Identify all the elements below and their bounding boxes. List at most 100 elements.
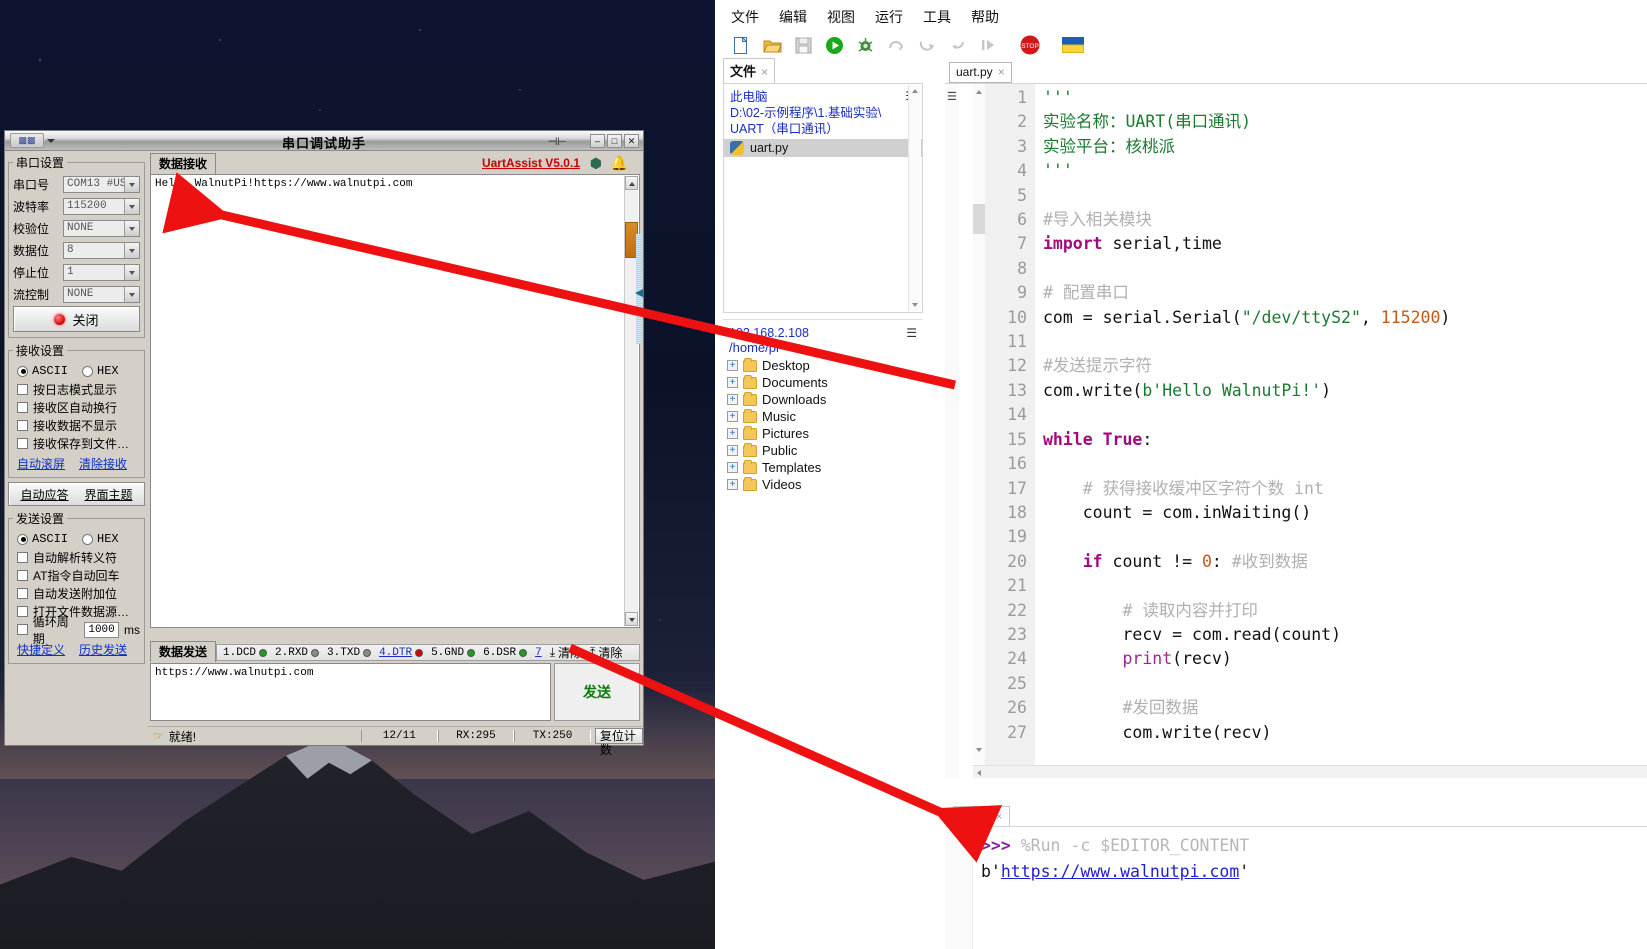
close-port-button[interactable]: 关闭 (13, 306, 140, 332)
remote-folder-item[interactable]: + Documents (723, 374, 923, 391)
remote-folder-item[interactable]: + Templates (723, 459, 923, 476)
serial-window-titlebar[interactable]: ▩▩ 串口调试助手 ⊣⊢ – □ ✕ (5, 131, 643, 151)
send-button[interactable]: 发送 (554, 663, 640, 721)
code-text[interactable]: ''' 实验名称：UART(串口通讯) 实验平台：核桃派 ''' #导入相关模块 imp… (1043, 84, 1647, 778)
menu-help[interactable]: 帮助 (971, 7, 999, 27)
send-ascii-radio[interactable]: ASCII (17, 532, 68, 546)
shell-text[interactable]: >>> %Run -c $EDITOR_CONTENT b'https://ww… (981, 833, 1639, 885)
auto-scroll-link[interactable]: 自动滚屏 (17, 455, 65, 472)
local-path-line1[interactable]: D:\02-示例程序\1.基础实验\ (730, 105, 916, 121)
scroll-up-icon[interactable] (912, 89, 918, 93)
scroll-left-icon[interactable] (977, 770, 981, 776)
chevron-left-icon[interactable]: ◀ (635, 286, 643, 299)
chevron-down-icon[interactable] (124, 242, 139, 258)
stopbits-combo[interactable]: 1 (63, 263, 140, 281)
menu-tools[interactable]: 工具 (923, 7, 951, 27)
receive-checkbox-savefile[interactable]: 接收保存到文件… (17, 435, 140, 452)
remote-path-label[interactable]: /home/pi (729, 340, 917, 355)
code-area[interactable]: 1 2 3 4 5 6 7 8 9 10 11 12 13 14 15 16 17 18 19 20 21 22 23 24 2… (985, 84, 1647, 778)
receive-checkbox-hide[interactable]: 接收数据不显示 (17, 417, 140, 434)
expand-icon[interactable]: + (727, 411, 738, 422)
editor-horizontal-scrollbar[interactable] (973, 765, 1647, 778)
close-button[interactable]: ✕ (624, 134, 639, 148)
signal-dcd[interactable]: 1.DCD (223, 647, 268, 659)
menu-edit[interactable]: 编辑 (779, 7, 807, 27)
maximize-button[interactable]: □ (607, 134, 622, 148)
local-path-line2[interactable]: UART（串口通讯） (730, 121, 916, 137)
scroll-thumb[interactable] (973, 204, 985, 234)
signal-dsr[interactable]: 6.DSR (483, 647, 528, 659)
remote-folder-item[interactable]: + Desktop (723, 357, 923, 374)
chevron-down-icon[interactable] (124, 220, 139, 236)
expand-icon[interactable]: + (727, 377, 738, 388)
chevron-down-icon[interactable] (124, 198, 139, 214)
chevron-down-icon[interactable] (124, 264, 139, 280)
send-hex-radio[interactable]: HEX (82, 532, 119, 546)
send-checkbox-cycle[interactable]: 循环周期 1000 ms (17, 615, 140, 646)
port-combo[interactable]: COM13 #US (63, 175, 140, 193)
brand-label[interactable]: UartAssist V5.0.1 (482, 156, 580, 170)
tab-uart-py[interactable]: uart.py × (949, 62, 1012, 83)
open-folder-icon[interactable] (761, 34, 783, 56)
tab-data-send[interactable]: 数据发送 (150, 641, 217, 662)
auto-reply-button[interactable]: 自动应答 (20, 486, 68, 503)
tab-data-receive[interactable]: 数据接收 (150, 153, 217, 174)
this-computer-label[interactable]: 此电脑 (730, 89, 916, 105)
shell-body[interactable]: >>> %Run -c $EDITOR_CONTENT b'https://ww… (945, 826, 1647, 949)
send-checkbox-atcr[interactable]: AT指令自动回车 (17, 567, 140, 584)
expand-icon[interactable]: + (727, 462, 738, 473)
shortcut-define-link[interactable]: 快捷定义 (17, 641, 65, 658)
tab-files[interactable]: 文件 × (723, 58, 776, 83)
remote-folder-item[interactable]: + Downloads (723, 391, 923, 408)
expand-icon[interactable]: + (727, 360, 738, 371)
send-textarea[interactable]: https://www.walnutpi.com (150, 663, 551, 721)
expand-icon[interactable]: + (727, 428, 738, 439)
receive-checkbox-log[interactable]: 按日志模式显示 (17, 381, 140, 398)
clear-all-button[interactable]: ⤒ 清除 (590, 644, 622, 662)
menu-run[interactable]: 运行 (875, 7, 903, 27)
remote-ip-label[interactable]: 192.168.2.108 (729, 326, 917, 340)
hamburger-icon[interactable]: ☰ (906, 326, 917, 340)
remote-folder-item[interactable]: + Pictures (723, 425, 923, 442)
parity-combo[interactable]: NONE (63, 219, 140, 237)
baud-combo[interactable]: 115200 (63, 197, 140, 215)
receive-hex-radio[interactable]: HEX (82, 364, 119, 378)
shield-icon[interactable]: ⬢ (590, 155, 602, 172)
flowcontrol-combo[interactable]: NONE (63, 285, 140, 303)
remote-folder-item[interactable]: + Videos (723, 476, 923, 493)
scroll-up-icon[interactable] (975, 90, 982, 94)
scroll-down-icon[interactable] (912, 303, 918, 307)
run-icon[interactable] (823, 34, 845, 56)
receive-textarea[interactable]: Hello WalnutPi!https://www.walnutpi.com (150, 174, 640, 628)
close-icon[interactable]: × (996, 811, 1002, 823)
close-icon[interactable]: × (998, 65, 1005, 79)
clear-send-button[interactable]: ⤓ 清除 (550, 644, 582, 662)
stop-icon[interactable]: STOP (1019, 34, 1041, 56)
debug-icon[interactable] (854, 34, 876, 56)
expand-icon[interactable]: + (727, 479, 738, 490)
signal-txd[interactable]: 3.TXD (327, 647, 372, 659)
hamburger-icon[interactable]: ☰ (947, 90, 957, 103)
ui-theme-button[interactable]: 界面主题 (85, 486, 133, 503)
clear-receive-link[interactable]: 清除接收 (79, 455, 127, 472)
reset-counter-button[interactable]: 复位计数 (594, 728, 643, 757)
history-send-link[interactable]: 历史发送 (79, 641, 127, 658)
cycle-interval-input[interactable]: 1000 (84, 621, 119, 638)
new-file-icon[interactable] (730, 34, 752, 56)
send-checkbox-escape[interactable]: 自动解析转义符 (17, 549, 140, 566)
shell-output-link[interactable]: https://www.walnutpi.com (1001, 862, 1239, 881)
switch-interpreter-icon[interactable] (1062, 34, 1084, 56)
local-file-item[interactable]: uart.py (724, 139, 922, 157)
code-editor[interactable]: ☰ 1 2 3 4 5 6 7 8 9 10 11 12 13 14 15 16 17 18 19 20 21 22 23 2… (945, 83, 1647, 778)
menu-view[interactable]: 视图 (827, 7, 855, 27)
scroll-down-icon[interactable] (975, 748, 982, 752)
databits-combo[interactable]: 8 (63, 241, 140, 259)
pin-icon[interactable]: ⊣⊢ (548, 135, 567, 148)
tab-shell[interactable]: Shell × (953, 806, 1011, 826)
close-icon[interactable]: × (761, 65, 768, 79)
receive-checkbox-wrap[interactable]: 接收区自动换行 (17, 399, 140, 416)
local-files-scrollbar[interactable] (908, 85, 921, 311)
signal-dtr[interactable]: 4.DTR (379, 647, 424, 659)
signal-rxd[interactable]: 2.RXD (275, 647, 320, 659)
save-icon[interactable] (792, 34, 814, 56)
